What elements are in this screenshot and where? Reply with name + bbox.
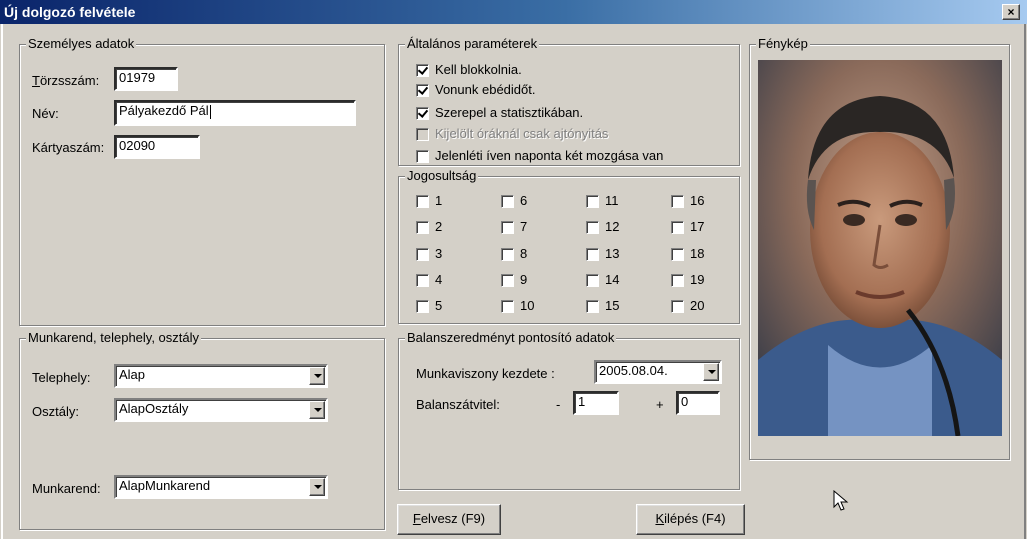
chevron-down-icon[interactable] — [309, 478, 325, 496]
exit-button[interactable]: Kilépés (F4) — [636, 504, 745, 535]
kartyaszam-label: Kártyaszám: — [32, 140, 105, 155]
permission-checkbox[interactable]: 16 — [671, 193, 704, 209]
text-caret — [209, 104, 211, 119]
munkarend-dropdown[interactable]: AlapMunkarend — [114, 475, 328, 499]
permission-checkbox[interactable]: 10 — [501, 298, 534, 314]
permission-checkbox[interactable]: 12 — [586, 219, 619, 235]
permission-checkbox[interactable]: 8 — [501, 246, 527, 262]
option-vonunk-ebedidot[interactable]: Vonunk ebédidőt. — [416, 82, 535, 98]
employee-photo[interactable] — [758, 60, 1002, 436]
minus-transfer-field[interactable]: 1 — [573, 391, 619, 415]
balance-title: Balanszeredményt pontosító adatok — [405, 330, 617, 346]
chevron-down-icon[interactable] — [703, 363, 719, 381]
window-titlebar: Új dolgozó felvétele × — [0, 0, 1027, 24]
start-date-label: Munkaviszony kezdete : — [416, 366, 555, 381]
close-icon: × — [1007, 5, 1015, 19]
nev-field[interactable]: Pályakezdő Pál — [114, 100, 356, 126]
permission-checkbox[interactable]: 20 — [671, 298, 704, 314]
portrait-illustration — [758, 60, 1002, 436]
chevron-down-icon[interactable] — [309, 367, 325, 385]
telephely-dropdown[interactable]: Alap — [114, 364, 328, 388]
osztaly-label: Osztály: — [32, 404, 79, 419]
checkbox-checked-icon — [416, 106, 429, 120]
permission-checkbox[interactable]: 2 — [416, 219, 442, 235]
minus-sign: - — [556, 397, 561, 412]
checkbox-checked-icon — [416, 63, 429, 77]
nev-label: Név: — [32, 106, 59, 121]
personal-data-title: Személyes adatok — [26, 36, 137, 52]
munkarend-label: Munkarend: — [32, 481, 101, 496]
osztaly-dropdown[interactable]: AlapOsztály — [114, 398, 328, 422]
option-kell-blokkolnia[interactable]: Kell blokkolnia. — [416, 62, 522, 78]
permission-checkbox[interactable]: 19 — [671, 272, 704, 288]
permission-checkbox[interactable]: 15 — [586, 298, 619, 314]
photo-title: Fénykép — [756, 36, 810, 52]
permissions-title: Jogosultság — [405, 168, 479, 184]
telephely-label: Telephely: — [32, 370, 91, 385]
permission-checkbox[interactable]: 7 — [501, 219, 527, 235]
option-ajtonyitas-disabled: Kijelölt óráknál csak ajtónyitás — [416, 126, 608, 142]
plus-transfer-field[interactable]: 0 — [676, 391, 720, 415]
transfer-label: Balanszátvitel: — [416, 397, 500, 412]
torzsszam-label: Törzsszám: — [32, 73, 100, 88]
plus-sign: + — [656, 397, 664, 412]
checkbox-disabled-icon — [416, 127, 429, 141]
permission-checkbox[interactable]: 11 — [586, 193, 619, 209]
permission-checkbox[interactable]: 18 — [671, 246, 704, 262]
permission-checkbox[interactable]: 4 — [416, 272, 442, 288]
workplace-title: Munkarend, telephely, osztály — [26, 330, 202, 346]
add-button[interactable]: Felvesz (F9) — [397, 504, 501, 535]
start-date-picker[interactable]: 2005.08.04. — [594, 360, 722, 384]
close-button[interactable]: × — [1002, 4, 1020, 20]
permission-checkbox[interactable]: 5 — [416, 298, 442, 314]
permission-checkbox[interactable]: 6 — [501, 193, 527, 209]
general-params-title: Általános paraméterek — [405, 36, 540, 52]
kartyaszam-field[interactable]: 02090 — [114, 135, 200, 159]
chevron-down-icon[interactable] — [309, 401, 325, 419]
checkbox-unchecked-icon — [416, 149, 429, 163]
mouse-cursor-icon — [833, 490, 849, 511]
torzsszam-field[interactable]: 01979 — [114, 67, 178, 91]
permission-checkbox[interactable]: 1 — [416, 193, 442, 209]
permission-checkbox[interactable]: 14 — [586, 272, 619, 288]
permission-checkbox[interactable]: 13 — [586, 246, 619, 262]
permission-checkbox[interactable]: 3 — [416, 246, 442, 262]
option-ket-mozgas[interactable]: Jelenléti íven naponta két mozgása van — [416, 148, 663, 164]
permission-checkbox[interactable]: 9 — [501, 272, 527, 288]
permission-checkbox[interactable]: 17 — [671, 219, 704, 235]
checkbox-checked-icon — [416, 83, 429, 97]
window-title: Új dolgozó felvétele — [4, 4, 136, 20]
option-statisztika[interactable]: Szerepel a statisztikában. — [416, 105, 583, 121]
